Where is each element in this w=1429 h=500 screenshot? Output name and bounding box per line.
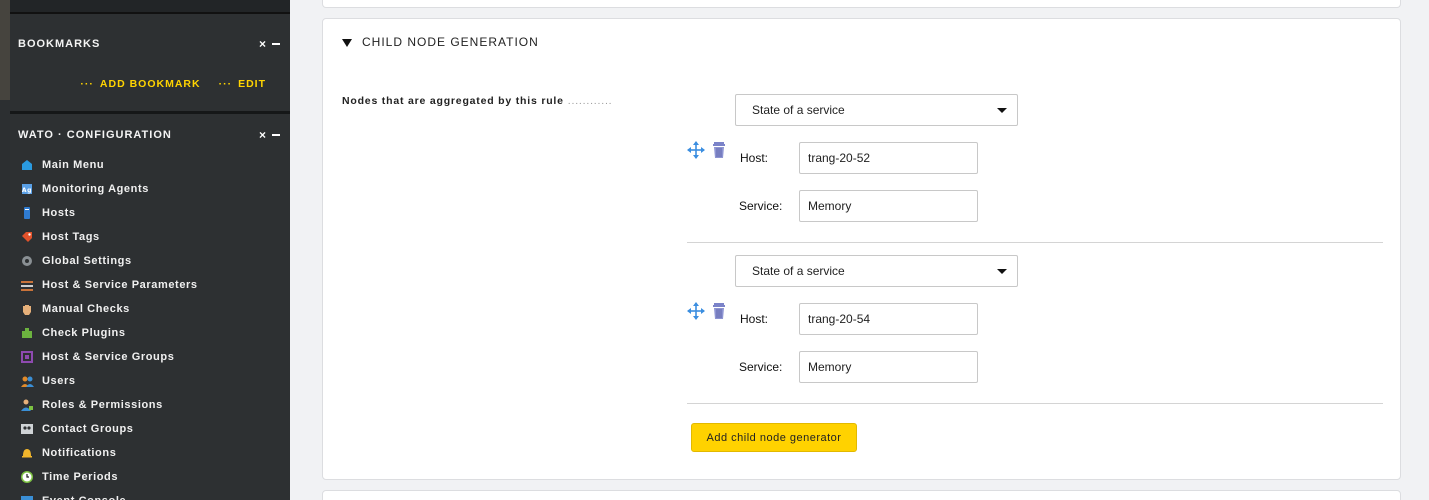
sidebar-item-label: Host & Service Parameters [42, 279, 198, 291]
sidebar-item-host-service-parameters[interactable]: Host & Service Parameters [20, 273, 198, 297]
sidebar: BOOKMARKS × ··· ADD BOOKMARK ··· EDIT WATO… [10, 0, 290, 500]
move-icon[interactable] [687, 141, 705, 159]
sidebar-item-main-menu[interactable]: Main Menu [20, 153, 198, 177]
chevron-down-icon [997, 269, 1007, 274]
close-icon[interactable]: × [259, 128, 266, 142]
sidebar-item-notifications[interactable]: Notifications [20, 441, 198, 465]
move-icon[interactable] [687, 302, 705, 320]
sidebar-item-label: Time Periods [42, 471, 119, 483]
sidebar-item-label: Check Plugins [42, 327, 126, 339]
sidebar-item-label: Host Tags [42, 231, 100, 243]
sidebar-item-event-console[interactable]: Event Console [20, 489, 198, 500]
bell-icon [20, 446, 34, 460]
sidebar-item-hosts[interactable]: Hosts [20, 201, 198, 225]
users-icon [20, 374, 34, 388]
sidebar-item-global-settings[interactable]: Global Settings [20, 249, 198, 273]
sidebar-top-snapin [10, 0, 290, 14]
sidebar-item-manual-checks[interactable]: Manual Checks [20, 297, 198, 321]
generator-divider [687, 403, 1383, 404]
row-label-dots: ............ [567, 95, 613, 107]
bookmark-links: ··· ADD BOOKMARK ··· EDIT [80, 78, 266, 90]
wato-title: WATO · CONFIGURATION [18, 129, 172, 141]
sidebar-item-label: Hosts [42, 207, 76, 219]
bookmarks-controls: × [259, 37, 280, 51]
plugin-icon [20, 326, 34, 340]
sidebar-item-label: Host & Service Groups [42, 351, 175, 363]
node-type-select[interactable]: State of a service [735, 255, 1018, 287]
roles-icon [20, 398, 34, 412]
agents-icon: Ag [20, 182, 34, 196]
sidebar-item-label: Roles & Permissions [42, 399, 163, 411]
add-bookmark-label: ADD BOOKMARK [99, 78, 201, 90]
close-icon[interactable]: × [259, 37, 266, 51]
hosts-icon [20, 206, 34, 220]
sidebar-item-time-periods[interactable]: Time Periods [20, 465, 198, 489]
node-type-value: State of a service [752, 103, 845, 117]
tag-icon [20, 230, 34, 244]
node-type-select[interactable]: State of a service [735, 94, 1018, 126]
sidebar-item-label: Contact Groups [42, 423, 134, 435]
service-input[interactable]: Memory [799, 351, 978, 383]
trash-icon[interactable] [710, 302, 728, 320]
sidebar-item-users[interactable]: Users [20, 369, 198, 393]
section-header[interactable]: CHILD NODE GENERATION [342, 35, 539, 49]
minimize-icon[interactable] [272, 43, 280, 45]
wato-header: WATO · CONFIGURATION × [18, 125, 280, 145]
host-label: Host: [740, 312, 769, 326]
host-label: Host: [740, 151, 769, 165]
contact-groups-icon [20, 422, 34, 436]
host-input[interactable]: trang-20-52 [799, 142, 978, 174]
snapin-divider [10, 111, 290, 114]
clock-icon [20, 470, 34, 484]
node-type-value: State of a service [752, 264, 845, 278]
sidebar-item-label: Manual Checks [42, 303, 130, 315]
main-menu-icon [20, 158, 34, 172]
groups-icon [20, 350, 34, 364]
gear-icon [20, 254, 34, 268]
dots-icon: ··· [218, 78, 233, 90]
service-label: Service: [739, 199, 783, 213]
sidebar-item-check-plugins[interactable]: Check Plugins [20, 321, 198, 345]
host-input[interactable]: trang-20-54 [799, 303, 978, 335]
parameters-icon [20, 278, 34, 292]
sidebar-item-host-tags[interactable]: Host Tags [20, 225, 198, 249]
left-gutter [0, 0, 10, 500]
dots-icon: ··· [80, 78, 94, 90]
wato-menu: Main Menu Ag Monitoring Agents Hosts Host Ta… [20, 153, 198, 500]
row-label: Nodes that are aggregated by this rule..… [342, 95, 612, 107]
minimize-icon[interactable] [272, 134, 280, 136]
collapse-triangle-icon[interactable] [342, 39, 352, 47]
hand-icon [20, 302, 34, 316]
add-child-node-generator-button[interactable]: Add child node generator [691, 423, 857, 452]
event-console-icon [20, 494, 34, 500]
next-section-card [322, 490, 1401, 500]
generator-divider [687, 242, 1383, 243]
gutter-strip [0, 0, 10, 100]
row-label-text: Nodes that are aggregated by this rule [342, 95, 564, 107]
child-node-generation-card: CHILD NODE GENERATION Nodes that are agg… [322, 18, 1401, 480]
service-input[interactable]: Memory [799, 190, 978, 222]
bookmarks-title: BOOKMARKS [18, 38, 101, 50]
wato-controls: × [259, 128, 280, 142]
sidebar-item-host-service-groups[interactable]: Host & Service Groups [20, 345, 198, 369]
sidebar-item-monitoring-agents[interactable]: Ag Monitoring Agents [20, 177, 198, 201]
add-bookmark-link[interactable]: ··· ADD BOOKMARK [80, 78, 200, 90]
edit-label: EDIT [238, 78, 266, 90]
sidebar-item-label: Users [42, 375, 76, 387]
sidebar-item-label: Notifications [42, 447, 117, 459]
bookmarks-header: BOOKMARKS × [18, 34, 280, 54]
edit-bookmarks-link[interactable]: ··· EDIT [219, 78, 266, 90]
previous-section-card [322, 0, 1401, 8]
sidebar-item-label: Global Settings [42, 255, 132, 267]
svg-text:Ag: Ag [22, 187, 32, 194]
sidebar-item-roles-permissions[interactable]: Roles & Permissions [20, 393, 198, 417]
section-title: CHILD NODE GENERATION [362, 35, 539, 49]
trash-icon[interactable] [710, 141, 728, 159]
chevron-down-icon [997, 108, 1007, 113]
sidebar-item-label: Monitoring Agents [42, 183, 149, 195]
sidebar-item-contact-groups[interactable]: Contact Groups [20, 417, 198, 441]
sidebar-item-label: Main Menu [42, 159, 105, 171]
sidebar-item-label: Event Console [42, 495, 126, 500]
service-label: Service: [739, 360, 783, 374]
